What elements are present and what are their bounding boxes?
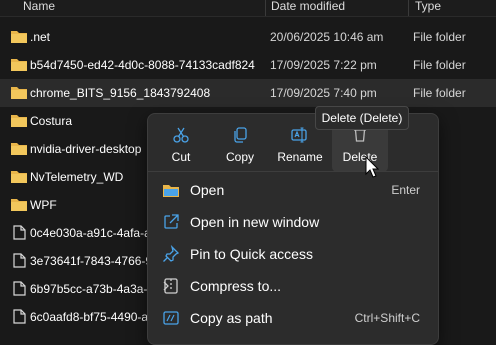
folder-icon (11, 199, 27, 211)
delete-label: Delete (342, 150, 378, 164)
folder-icon (11, 31, 27, 43)
folder-icon (11, 87, 27, 99)
file-icon (13, 281, 26, 296)
file-type: File folder (413, 58, 466, 72)
column-header-date[interactable]: Date modified (271, 0, 345, 16)
menu-item-label: Open in new window (190, 214, 320, 230)
cut-button[interactable]: Cut (153, 120, 209, 172)
file-name: .net (30, 30, 51, 44)
menu-item-open[interactable]: Open Enter (152, 175, 434, 205)
delete-tooltip: Delete (Delete) (315, 106, 409, 130)
column-header-name[interactable]: Name (23, 0, 55, 16)
chevron-right-icon (163, 281, 169, 291)
file-date: 17/09/2025 7:40 pm (270, 86, 377, 100)
menu-item-label: Open (190, 182, 225, 198)
menu-item-shortcut: Enter (391, 183, 420, 197)
cut-icon (173, 127, 189, 143)
menu-item-label: Copy as path (190, 310, 273, 326)
file-type: File folder (413, 86, 466, 100)
mouse-cursor-icon (365, 156, 379, 178)
column-divider[interactable] (408, 0, 409, 16)
file-date: 17/09/2025 7:22 pm (270, 58, 377, 72)
list-item[interactable]: b54d7450-ed42-4d0c-8088-74133cadf824 17/… (0, 51, 496, 79)
rename-icon (291, 127, 307, 143)
copy-label: Copy (225, 150, 254, 164)
column-header-type[interactable]: Type (415, 0, 441, 16)
menu-item-pin-quick-access[interactable]: Pin to Quick access (152, 239, 434, 269)
column-divider[interactable] (265, 0, 266, 16)
menu-item-shortcut: Ctrl+Shift+C (354, 311, 420, 325)
folder-icon (11, 115, 27, 127)
copy-icon (234, 127, 247, 143)
file-type: File folder (413, 30, 466, 44)
folder-icon (11, 59, 27, 71)
new-window-icon (164, 214, 179, 229)
menu-item-label: Pin to Quick access (190, 246, 313, 262)
file-icon (13, 225, 26, 240)
cut-label: Cut (171, 150, 191, 164)
menu-item-label: Compress to... (190, 278, 282, 294)
folder-icon (11, 143, 27, 155)
file-icon (13, 309, 26, 324)
pin-icon (163, 245, 180, 262)
list-item[interactable]: .net 20/06/2025 10:46 am File folder (0, 23, 496, 51)
context-menu: Cut Copy Rename Delete Open Enter Open i… (147, 113, 439, 345)
folder-icon (11, 171, 27, 183)
menu-divider (148, 171, 438, 172)
menu-item-compress[interactable]: Compress to... (152, 271, 434, 301)
file-name: b54d7450-ed42-4d0c-8088-74133cadf824 (30, 58, 255, 72)
file-date: 20/06/2025 10:46 am (270, 30, 384, 44)
copy-button[interactable]: Copy (212, 120, 268, 172)
column-header: Name Date modified Type (0, 0, 496, 17)
copy-path-icon (163, 311, 179, 325)
open-icon (163, 185, 179, 197)
file-name: chrome_BITS_9156_1843792408 (30, 86, 211, 100)
rename-label: Rename (277, 150, 323, 164)
list-item[interactable]: chrome_BITS_9156_1843792408 17/09/2025 7… (0, 79, 496, 107)
menu-item-open-new-window[interactable]: Open in new window (152, 207, 434, 237)
menu-item-copy-as-path[interactable]: Copy as path Ctrl+Shift+C (152, 303, 434, 333)
file-icon (13, 253, 26, 268)
